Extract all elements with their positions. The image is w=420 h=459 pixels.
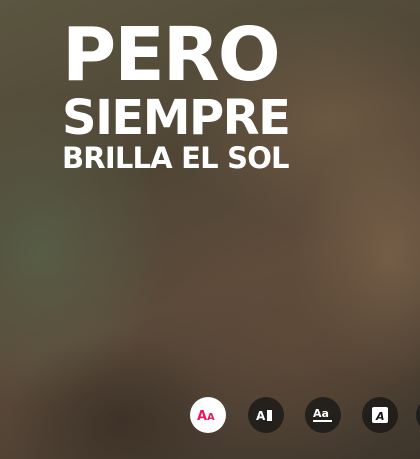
text-background-button[interactable]: A <box>248 397 284 433</box>
story-text-overlay[interactable]: PERO SIEMPRE BRILLA EL SOL <box>62 12 291 175</box>
text-line-brilla-el-sol: BRILLA EL SOL <box>62 141 290 175</box>
svg-text:A: A <box>197 409 207 423</box>
text-style-aa-icon: A A <box>197 409 215 423</box>
text-style-aa-button[interactable]: A A <box>190 397 226 433</box>
text-underline-icon: Aa <box>313 407 332 422</box>
text-line-siempre: SIEMPRE <box>62 90 291 146</box>
svg-text:Aa: Aa <box>313 407 329 420</box>
more-styles-button[interactable] <box>416 397 420 433</box>
svg-text:A: A <box>375 410 385 423</box>
text-line-pero: PERO <box>62 12 281 98</box>
text-box-icon: A <box>372 407 388 423</box>
svg-text:A: A <box>256 409 266 423</box>
story-editor: PERO SIEMPRE BRILLA EL SOL A A A Aa A <box>0 0 420 459</box>
text-background-icon: A <box>256 409 272 423</box>
text-box-button[interactable]: A <box>362 397 398 433</box>
text-underline-button[interactable]: Aa <box>305 397 341 433</box>
svg-text:A: A <box>207 412 215 423</box>
